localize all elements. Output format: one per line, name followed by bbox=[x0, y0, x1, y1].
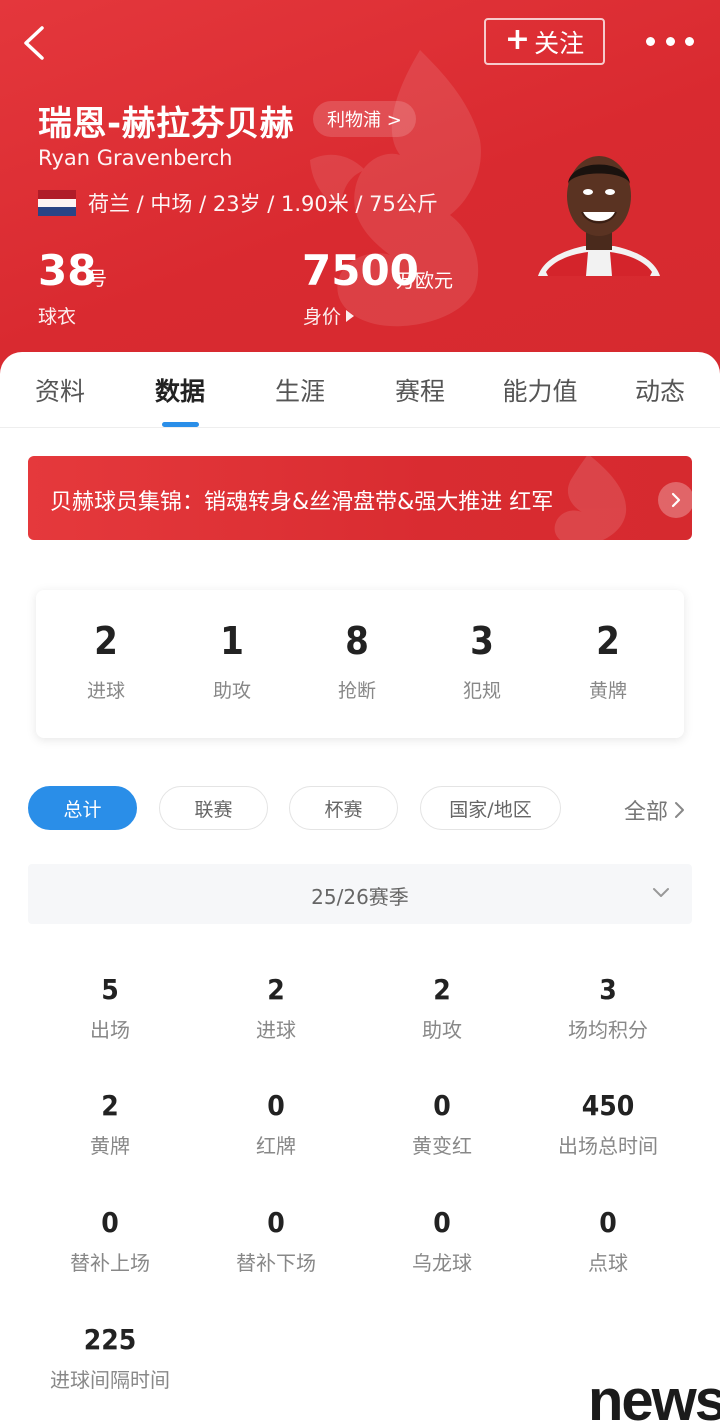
summary-tackles: 8 抢断 bbox=[297, 620, 417, 703]
stat-value: 0 bbox=[433, 1206, 451, 1239]
active-tab-indicator bbox=[162, 422, 199, 427]
tab-stats[interactable]: 数据 bbox=[120, 372, 240, 408]
chevron-right-icon bbox=[675, 802, 685, 818]
stat-value: 0 bbox=[267, 1206, 285, 1239]
summary-label: 助攻 bbox=[212, 680, 251, 702]
summary-value: 8 bbox=[345, 619, 369, 663]
stat-value: 5 bbox=[101, 973, 119, 1006]
player-info-text: 荷兰 / 中场 / 23岁 / 1.90米 / 75公斤 bbox=[88, 192, 438, 216]
stat-penalties: 0 点球 bbox=[525, 1207, 691, 1276]
summary-stats-card: 2 进球 1 助攻 8 抢断 3 犯规 2 黄牌 bbox=[36, 590, 684, 738]
stat-value: 0 bbox=[101, 1206, 119, 1239]
stat-label: 替补上场 bbox=[70, 1251, 150, 1275]
stat-value: 2 bbox=[433, 973, 451, 1006]
stat-yellow-cards: 2 黄牌 bbox=[27, 1090, 193, 1159]
tab-bar: 资料 数据 生涯 赛程 能力值 动态 bbox=[0, 352, 720, 428]
stat-label: 出场 bbox=[90, 1018, 130, 1042]
summary-label: 进球 bbox=[86, 680, 125, 702]
tab-schedule[interactable]: 赛程 bbox=[360, 372, 480, 408]
stat-label: 黄牌 bbox=[90, 1134, 130, 1158]
filter-chip-national[interactable]: 国家/地区 bbox=[420, 786, 561, 830]
filter-chip-league[interactable]: 联赛 bbox=[159, 786, 268, 830]
stat-label: 进球间隔时间 bbox=[50, 1368, 170, 1392]
banner-title: 贝赫球员集锦：销魂转身&丝滑盘带&强大推进 红军 bbox=[50, 490, 554, 515]
summary-yellow-cards: 2 黄牌 bbox=[548, 620, 668, 703]
stat-own-goals: 0 乌龙球 bbox=[359, 1207, 525, 1276]
market-value-unit: 万欧元 bbox=[396, 270, 454, 292]
jersey-unit: 号 bbox=[88, 268, 108, 290]
player-avatar bbox=[538, 156, 660, 276]
back-icon[interactable] bbox=[14, 18, 58, 66]
summary-assists: 1 助攻 bbox=[172, 620, 292, 703]
season-label: 25/26赛季 bbox=[311, 885, 409, 909]
stat-value: 0 bbox=[433, 1089, 451, 1122]
player-info-line: 荷兰 / 中场 / 23岁 / 1.90米 / 75公斤 bbox=[38, 188, 438, 218]
player-name: 瑞恩-赫拉芬贝赫 bbox=[38, 104, 295, 144]
stat-label: 助攻 bbox=[422, 1018, 462, 1042]
summary-label: 黄牌 bbox=[588, 680, 627, 702]
follow-button[interactable]: + 关注 bbox=[484, 18, 605, 65]
player-header: + 关注 瑞恩-赫拉芬贝赫 利物浦 > Ryan Gravenberch 荷兰 … bbox=[0, 0, 720, 380]
stat-goals: 2 进球 bbox=[193, 974, 359, 1043]
stat-label: 乌龙球 bbox=[412, 1251, 472, 1275]
stat-label: 进球 bbox=[256, 1018, 296, 1042]
plus-icon: + bbox=[504, 22, 531, 57]
summary-value: 2 bbox=[596, 619, 620, 663]
summary-fouls: 3 犯规 bbox=[422, 620, 542, 703]
stat-label: 黄变红 bbox=[412, 1134, 472, 1158]
chevron-down-icon bbox=[653, 888, 669, 897]
tab-ability[interactable]: 能力值 bbox=[480, 372, 600, 408]
market-value-label: 身价 bbox=[303, 306, 342, 328]
summary-value: 2 bbox=[94, 619, 118, 663]
stat-sub-in: 0 替补上场 bbox=[27, 1207, 193, 1276]
stat-appearances: 5 出场 bbox=[27, 974, 193, 1043]
summary-value: 1 bbox=[220, 619, 244, 663]
filter-all-label: 全部 bbox=[624, 800, 669, 825]
summary-goals: 2 进球 bbox=[46, 620, 166, 703]
summary-value: 3 bbox=[470, 619, 494, 663]
stat-value: 225 bbox=[83, 1323, 137, 1356]
jersey-label: 球衣 bbox=[38, 306, 77, 328]
more-options-icon[interactable] bbox=[646, 28, 694, 54]
stat-value: 2 bbox=[101, 1089, 119, 1122]
news-watermark: news bbox=[588, 1368, 720, 1427]
filter-chip-total[interactable]: 总计 bbox=[28, 786, 137, 830]
summary-label: 犯规 bbox=[462, 680, 501, 702]
filter-all-link[interactable]: 全部 bbox=[624, 794, 686, 826]
stat-assists: 2 助攻 bbox=[359, 974, 525, 1043]
season-selector[interactable]: 25/26赛季 bbox=[28, 864, 692, 924]
highlight-video-banner[interactable]: 贝赫球员集锦：销魂转身&丝滑盘带&强大推进 红军 bbox=[28, 456, 692, 540]
stat-value: 0 bbox=[599, 1206, 617, 1239]
stat-value: 2 bbox=[267, 973, 285, 1006]
stat-goal-interval: 225 进球间隔时间 bbox=[27, 1324, 193, 1393]
stat-minutes-played: 450 出场总时间 bbox=[525, 1090, 691, 1159]
stat-label: 替补下场 bbox=[236, 1251, 316, 1275]
stat-red-cards: 0 红牌 bbox=[193, 1090, 359, 1159]
chevron-right-icon[interactable] bbox=[658, 482, 692, 518]
stat-label: 场均积分 bbox=[568, 1018, 648, 1042]
stat-value: 3 bbox=[599, 973, 617, 1006]
follow-label: 关注 bbox=[534, 28, 585, 58]
player-english-name: Ryan Gravenberch bbox=[38, 146, 233, 170]
stat-value: 0 bbox=[267, 1089, 285, 1122]
tab-profile[interactable]: 资料 bbox=[0, 372, 120, 408]
tab-career[interactable]: 生涯 bbox=[240, 372, 360, 408]
caret-right-icon bbox=[346, 309, 355, 322]
stat-value: 450 bbox=[581, 1089, 635, 1122]
netherlands-flag-icon bbox=[38, 190, 76, 217]
stat-second-yellow: 0 黄变红 bbox=[359, 1090, 525, 1159]
stat-sub-out: 0 替补下场 bbox=[193, 1207, 359, 1276]
club-link[interactable]: 利物浦 > bbox=[313, 101, 416, 137]
summary-label: 抢断 bbox=[337, 680, 376, 702]
stat-label: 红牌 bbox=[256, 1134, 296, 1158]
market-value-link[interactable]: 身价 bbox=[303, 302, 355, 329]
filter-chip-cup[interactable]: 杯赛 bbox=[289, 786, 398, 830]
stat-label: 点球 bbox=[588, 1251, 628, 1275]
stat-label: 出场总时间 bbox=[558, 1134, 658, 1158]
stat-avg-points: 3 场均积分 bbox=[525, 974, 691, 1043]
tab-news[interactable]: 动态 bbox=[600, 372, 720, 408]
